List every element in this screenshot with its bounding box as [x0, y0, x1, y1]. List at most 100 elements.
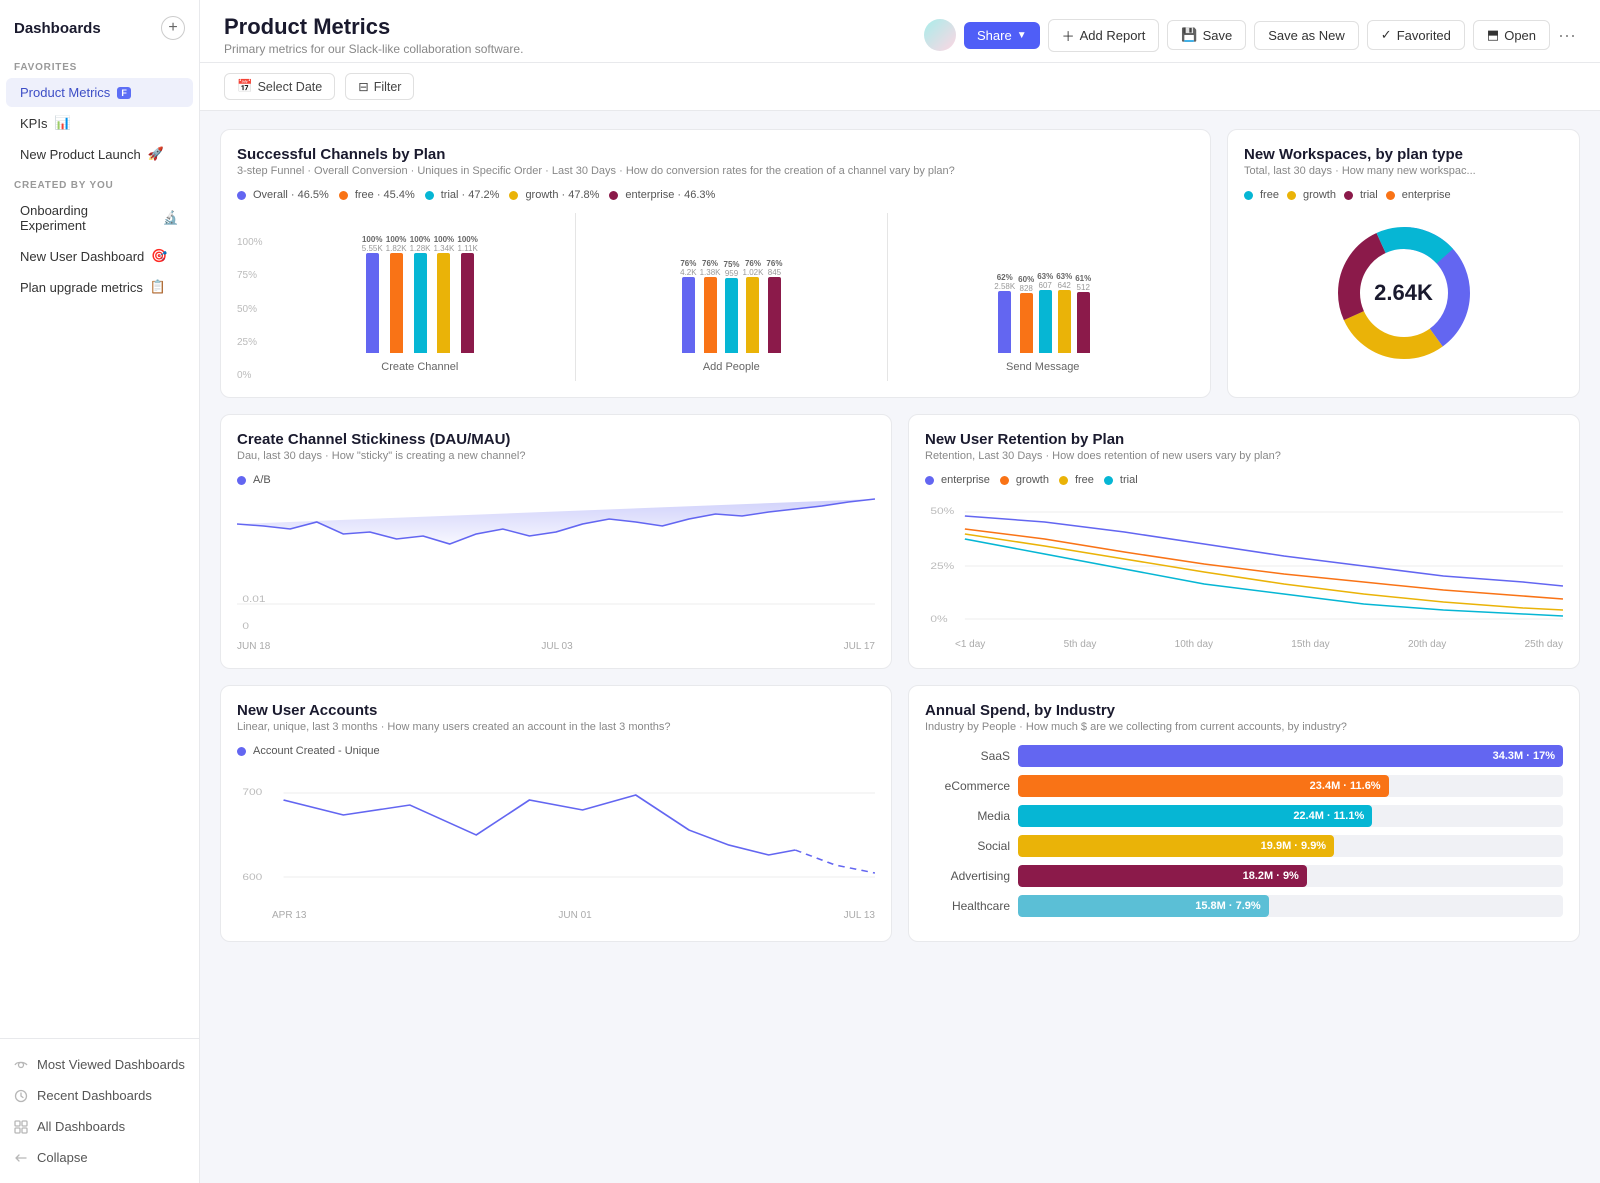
top-bar-left: Product Metrics Primary metrics for our …: [224, 14, 523, 56]
bar-overall[interactable]: [366, 253, 379, 353]
top-bar-right: Share ▼ ＋ Add Report 💾 Save Save as New …: [924, 19, 1576, 52]
bar[interactable]: [1077, 292, 1090, 353]
gro-dot: [1000, 476, 1009, 485]
send-message-group: 62% 2.58K 60% 828 63%: [892, 213, 1194, 381]
filter-button[interactable]: ⊟ Filter: [345, 73, 414, 100]
bar[interactable]: [682, 277, 695, 353]
sidebar-item-kpis[interactable]: KPIs 📊: [6, 108, 193, 138]
add-people-bars: 76% 4.2K 76% 1.38K 75%: [580, 213, 882, 353]
healthcare-track: 15.8M · 7.9%: [1018, 895, 1563, 917]
share-button[interactable]: Share ▼: [964, 22, 1040, 49]
sidebar-badge: F: [117, 87, 131, 99]
more-options-button[interactable]: ···: [1558, 25, 1576, 46]
bar-wrapper: 62% 2.58K: [994, 273, 1015, 353]
stickiness-chart: 0.01 0 JUN 18 JUL 03 JUL 17: [237, 494, 875, 652]
bar-groups: 100% 5.55K 100% 1.82K: [269, 213, 1194, 381]
bar-wrapper: 61% 512: [1075, 274, 1091, 353]
save-as-new-button[interactable]: Save as New: [1254, 21, 1359, 50]
bar[interactable]: [1039, 290, 1052, 353]
bar[interactable]: [746, 277, 759, 353]
send-message-bars: 62% 2.58K 60% 828 63%: [892, 213, 1194, 353]
collapse-link[interactable]: Collapse: [0, 1142, 199, 1173]
advertising-track: 18.2M · 9%: [1018, 865, 1563, 887]
social-value: 19.9M · 9.9%: [1261, 840, 1326, 852]
bar-wrapper: 76% 4.2K: [680, 259, 696, 353]
page-subtitle: Primary metrics for our Slack-like colla…: [224, 42, 523, 56]
select-date-button[interactable]: 📅 Select Date: [224, 73, 335, 100]
recent-dashboards-link[interactable]: Recent Dashboards: [0, 1080, 199, 1111]
bar-growth[interactable]: [437, 253, 450, 353]
enterprise-dot: [609, 191, 618, 200]
legend-enterprise: enterprise · 46.3%: [609, 189, 715, 201]
svg-text:25%: 25%: [930, 561, 955, 571]
successful-channels-subtitle: 3-step Funnel · Overall Conversion · Uni…: [237, 165, 1194, 177]
annual-spend-card: Annual Spend, by Industry Industry by Pe…: [908, 685, 1580, 942]
user-retention-card: New User Retention by Plan Retention, La…: [908, 414, 1580, 669]
add-dashboard-button[interactable]: +: [161, 16, 185, 40]
sidebar-item-new-user-dashboard[interactable]: New User Dashboard 🎯: [6, 241, 193, 271]
trial-dot-w: [1344, 191, 1353, 200]
row-1: Successful Channels by Plan 3-step Funne…: [220, 129, 1580, 398]
collapse-label: Collapse: [37, 1150, 88, 1165]
svg-text:700: 700: [242, 787, 262, 797]
sidebar-item-product-metrics[interactable]: Product Metrics F: [6, 78, 193, 107]
bar[interactable]: [725, 278, 738, 353]
svg-text:600: 600: [242, 872, 262, 882]
all-dashboards-link[interactable]: All Dashboards: [0, 1111, 199, 1142]
legend-trial: trial · 47.2%: [425, 189, 500, 201]
sidebar-item-plan-upgrade-metrics[interactable]: Plan upgrade metrics 📋: [6, 272, 193, 302]
new-workspaces-title: New Workspaces, by plan type: [1244, 146, 1563, 163]
avatar: [924, 19, 956, 51]
free-dot: [339, 191, 348, 200]
all-dashboards-label: All Dashboards: [37, 1119, 125, 1134]
media-fill: 22.4M · 11.1%: [1018, 805, 1372, 827]
add-report-button[interactable]: ＋ Add Report: [1048, 19, 1160, 52]
sidebar-item-onboarding-experiment[interactable]: Onboarding Experiment 🔬: [6, 196, 193, 240]
social-fill: 19.9M · 9.9%: [1018, 835, 1334, 857]
successful-channels-legend: Overall · 46.5% free · 45.4% trial · 47.…: [237, 189, 1194, 201]
advertising-label: Advertising: [925, 869, 1010, 883]
svg-text:50%: 50%: [930, 506, 955, 516]
growth-legend: growth: [1000, 474, 1049, 486]
healthcare-label: Healthcare: [925, 899, 1010, 913]
advertising-fill: 18.2M · 9%: [1018, 865, 1307, 887]
bar-wrapper: 76% 845: [766, 259, 782, 353]
advertising-value: 18.2M · 9%: [1243, 870, 1299, 882]
bar[interactable]: [768, 277, 781, 353]
saas-track: 34.3M · 17%: [1018, 745, 1563, 767]
bar[interactable]: [1020, 293, 1033, 353]
most-viewed-dashboards-link[interactable]: Most Viewed Dashboards: [0, 1049, 199, 1080]
bar[interactable]: [998, 291, 1011, 353]
bar[interactable]: [704, 277, 717, 353]
healthcare-fill: 15.8M · 7.9%: [1018, 895, 1269, 917]
media-track: 22.4M · 11.1%: [1018, 805, 1563, 827]
page-title: Product Metrics: [224, 14, 523, 40]
select-date-label: Select Date: [258, 80, 323, 94]
retention-xaxis: <1 day 5th day 10th day 15th day 20th da…: [925, 639, 1563, 650]
svg-text:0: 0: [242, 621, 249, 631]
bar-trial[interactable]: [414, 253, 427, 353]
filter-label: Filter: [374, 80, 402, 94]
legend-free: free · 45.4%: [339, 189, 415, 201]
bar-enterprise[interactable]: [461, 253, 474, 353]
bar-free[interactable]: [390, 253, 403, 353]
sidebar-header: Dashboards +: [0, 0, 199, 52]
retention-title: New User Retention by Plan: [925, 431, 1563, 448]
favorited-label: Favorited: [1397, 28, 1451, 43]
ent-dot: [925, 476, 934, 485]
legend-growth-w: growth: [1287, 189, 1336, 201]
favorited-button[interactable]: ✓ Favorited: [1367, 20, 1465, 50]
sidebar-item-new-product-launch[interactable]: New Product Launch 🚀: [6, 139, 193, 169]
save-as-new-label: Save as New: [1268, 28, 1345, 43]
kpis-icon: 📊: [54, 115, 70, 131]
create-channel-group: 100% 5.55K 100% 1.82K: [269, 213, 571, 381]
bar-wrapper: 63% 607: [1037, 272, 1053, 353]
open-button[interactable]: ⬒ Open: [1473, 20, 1550, 50]
save-button[interactable]: 💾 Save: [1167, 20, 1246, 50]
ab-dot: [237, 476, 246, 485]
bar[interactable]: [1058, 290, 1071, 353]
sidebar-bottom: Most Viewed Dashboards Recent Dashboards…: [0, 1038, 199, 1183]
sidebar-item-label: New User Dashboard: [20, 249, 144, 264]
legend-enterprise-w: enterprise: [1386, 189, 1451, 201]
saas-label: SaaS: [925, 749, 1010, 763]
